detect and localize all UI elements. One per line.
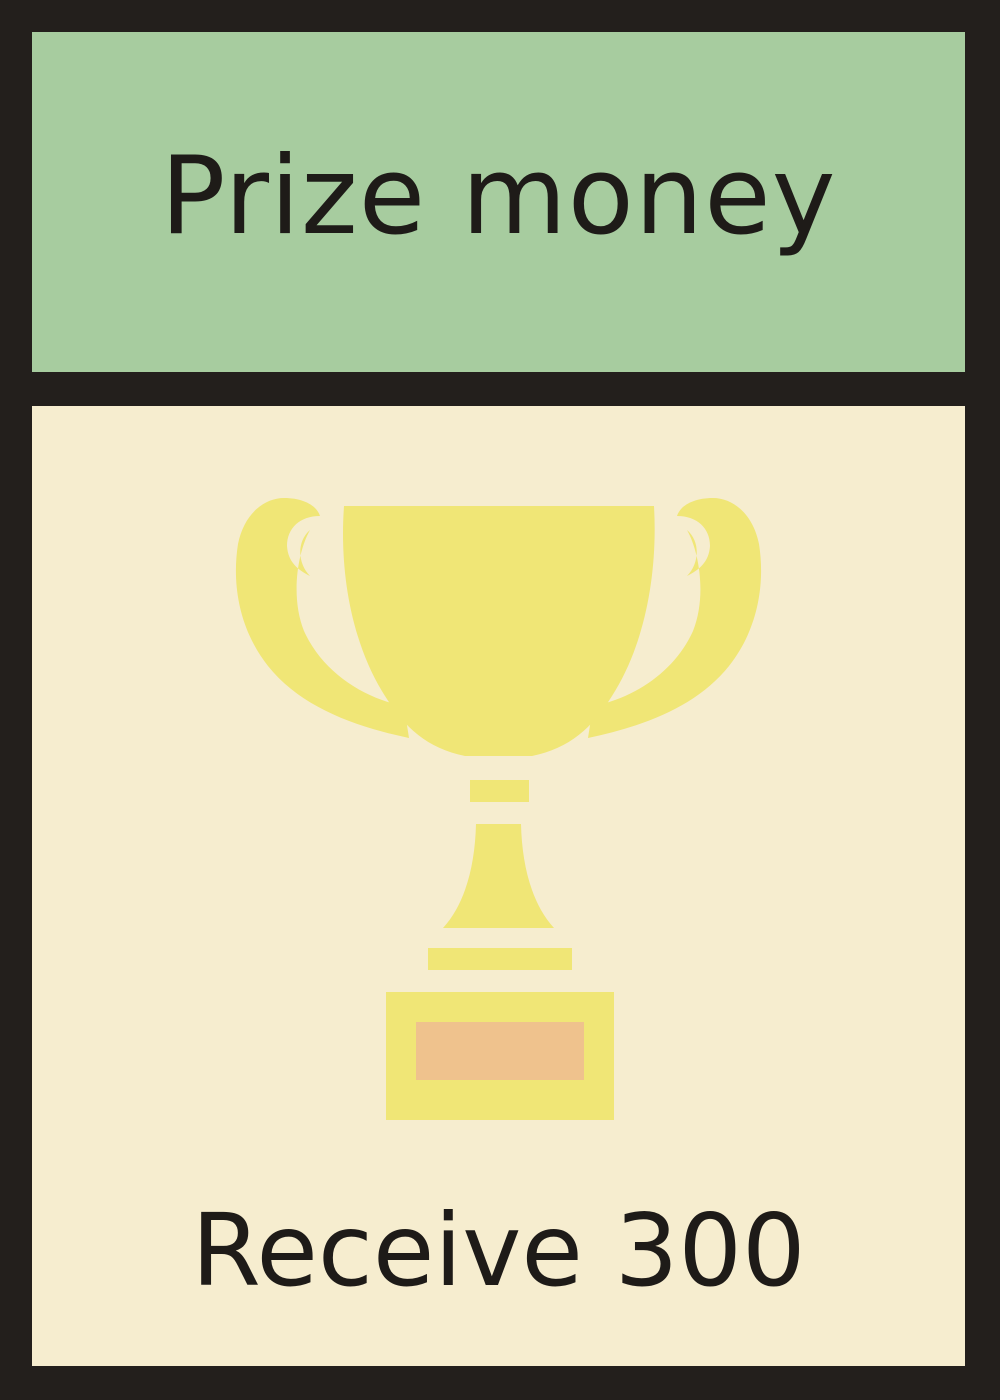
trophy-stem — [443, 824, 554, 928]
trophy-collar — [470, 780, 529, 802]
card-header: Prize money — [32, 32, 965, 372]
card-body: Receive 300 — [32, 406, 965, 1366]
trophy-base-ring — [428, 948, 572, 970]
prize-card: Prize money Receive 300 — [0, 0, 1000, 1400]
card-title: Prize money — [160, 134, 837, 259]
trophy-plaque — [416, 1022, 584, 1080]
card-action-text: Receive 300 — [191, 1192, 806, 1309]
